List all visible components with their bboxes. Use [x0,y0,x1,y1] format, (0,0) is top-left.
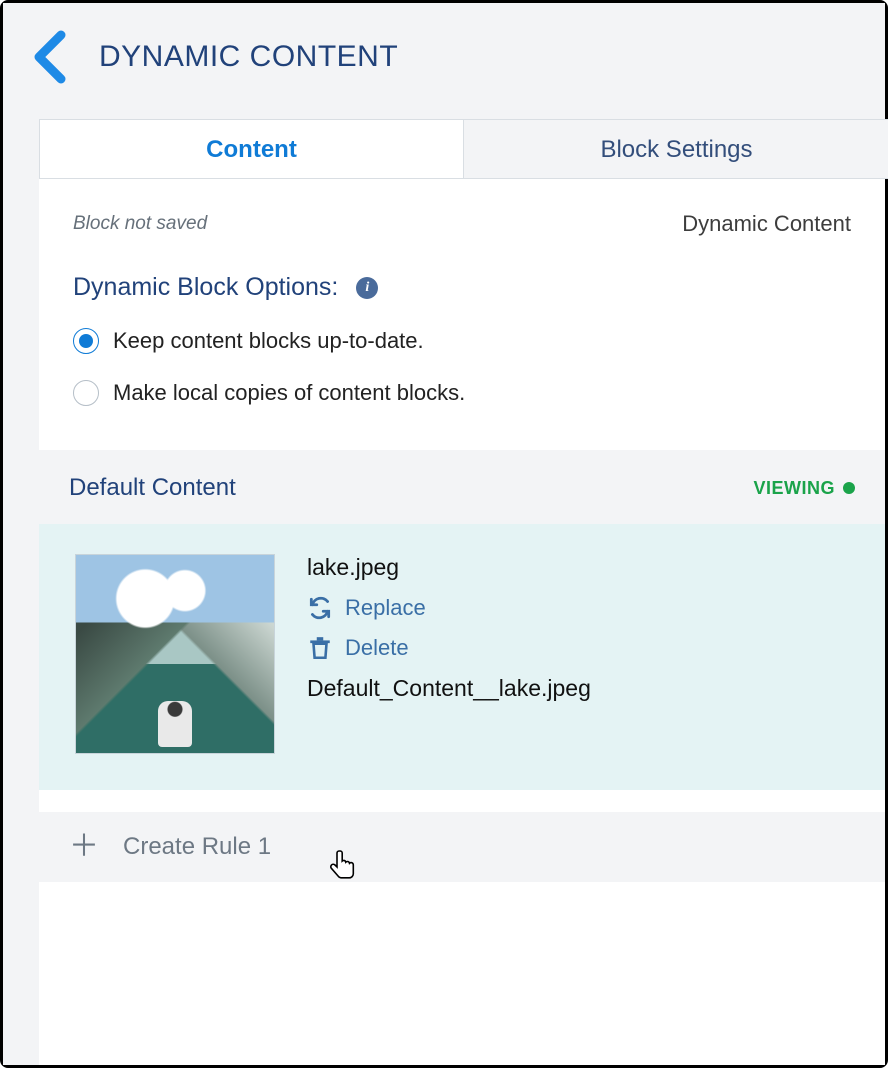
radio-local-copies[interactable]: Make local copies of content blocks. [73,380,851,406]
replace-button[interactable]: Replace [307,595,591,621]
plus-icon: ＋ [69,832,99,862]
status-dot-icon [843,482,855,494]
radio-keep-updated[interactable]: Keep content blocks up-to-date. [73,328,851,354]
cursor-icon [329,848,359,887]
tab-content[interactable]: Content [39,119,464,179]
viewing-badge: VIEWING [753,478,855,499]
block-type-label: Dynamic Content [682,211,851,237]
default-content-card: lake.jpeg Replace [39,524,885,790]
tab-block-settings[interactable]: Block Settings [464,119,888,179]
radio-input-local-copies[interactable] [73,380,99,406]
file-name: lake.jpeg [307,554,591,581]
info-icon[interactable]: i [356,277,378,299]
file-path: Default_Content__lake.jpeg [307,675,591,702]
replace-label: Replace [345,595,426,621]
radio-input-keep-updated[interactable] [73,328,99,354]
create-rule-button[interactable]: ＋ Create Rule 1 [39,812,885,882]
page-title: DYNAMIC CONTENT [99,40,398,74]
options-heading: Dynamic Block Options: [73,273,338,302]
save-status: Block not saved [73,213,207,235]
replace-icon [307,595,333,621]
back-icon[interactable] [31,29,71,85]
default-content-heading: Default Content [69,474,236,502]
radio-label: Keep content blocks up-to-date. [113,328,424,354]
radio-label: Make local copies of content blocks. [113,380,465,406]
viewing-text: VIEWING [753,478,835,499]
create-rule-label: Create Rule 1 [123,833,271,861]
delete-button[interactable]: Delete [307,635,591,661]
trash-icon [307,635,333,661]
content-thumbnail[interactable] [75,554,275,754]
delete-label: Delete [345,635,409,661]
